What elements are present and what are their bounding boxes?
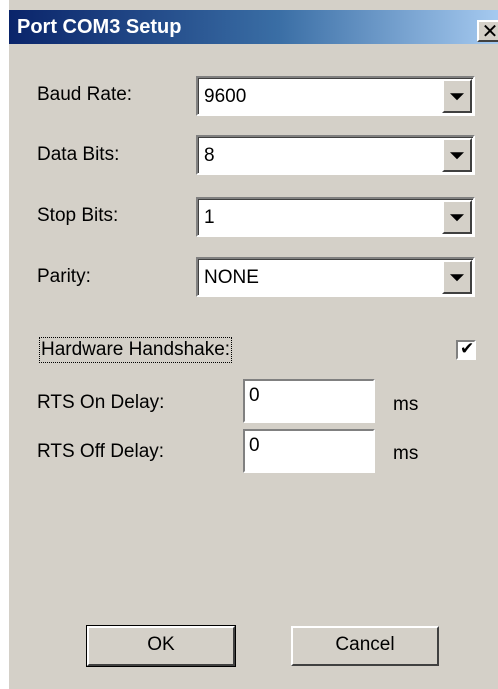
baud-rate-label: Baud Rate: <box>37 84 133 105</box>
rts-off-delay-value: 0 <box>249 435 260 456</box>
rts-on-delay-unit: ms <box>393 394 419 415</box>
rts-on-delay-label: RTS On Delay: <box>37 392 165 413</box>
dialog-title: Port COM3 Setup <box>17 16 182 38</box>
cancel-button[interactable]: Cancel <box>291 626 439 666</box>
data-bits-value: 8 <box>204 145 215 166</box>
parity-label: Parity: <box>37 266 91 287</box>
parity-value: NONE <box>204 267 259 288</box>
rts-on-delay-value: 0 <box>249 385 260 406</box>
chevron-down-icon <box>450 274 464 282</box>
chevron-down-icon <box>450 214 464 222</box>
port-setup-dialog: Port COM3 Setup ✕ Baud Rate: 9600 Data B… <box>8 0 498 689</box>
parity-select[interactable]: NONE <box>196 257 475 297</box>
checkmark-icon: ✔ <box>460 339 475 359</box>
ok-button[interactable]: OK <box>86 625 236 667</box>
data-bits-dropdown-button[interactable] <box>442 138 472 172</box>
chevron-down-icon <box>450 152 464 160</box>
rts-on-delay-input[interactable]: 0 <box>243 379 375 423</box>
hardware-handshake-checkbox[interactable]: ✔ <box>456 339 476 360</box>
stop-bits-label: Stop Bits: <box>37 205 119 226</box>
rts-off-delay-label: RTS Off Delay: <box>37 441 165 462</box>
data-bits-select[interactable]: 8 <box>196 135 475 175</box>
hardware-handshake-label[interactable]: Hardware Handshake: <box>38 337 233 363</box>
baud-rate-select[interactable]: 9600 <box>196 76 475 116</box>
data-bits-label: Data Bits: <box>37 144 120 165</box>
baud-rate-value: 9600 <box>204 86 247 107</box>
baud-rate-dropdown-button[interactable] <box>442 79 472 113</box>
stop-bits-dropdown-button[interactable] <box>442 200 472 234</box>
rts-off-delay-input[interactable]: 0 <box>243 429 375 473</box>
parity-dropdown-button[interactable] <box>442 260 472 294</box>
stop-bits-select[interactable]: 1 <box>196 197 475 237</box>
close-button[interactable]: ✕ <box>477 20 498 42</box>
rts-off-delay-unit: ms <box>393 443 419 464</box>
chevron-down-icon <box>450 93 464 101</box>
title-bar[interactable]: Port COM3 Setup ✕ <box>9 10 498 44</box>
close-icon: ✕ <box>481 19 498 43</box>
stop-bits-value: 1 <box>204 207 215 228</box>
